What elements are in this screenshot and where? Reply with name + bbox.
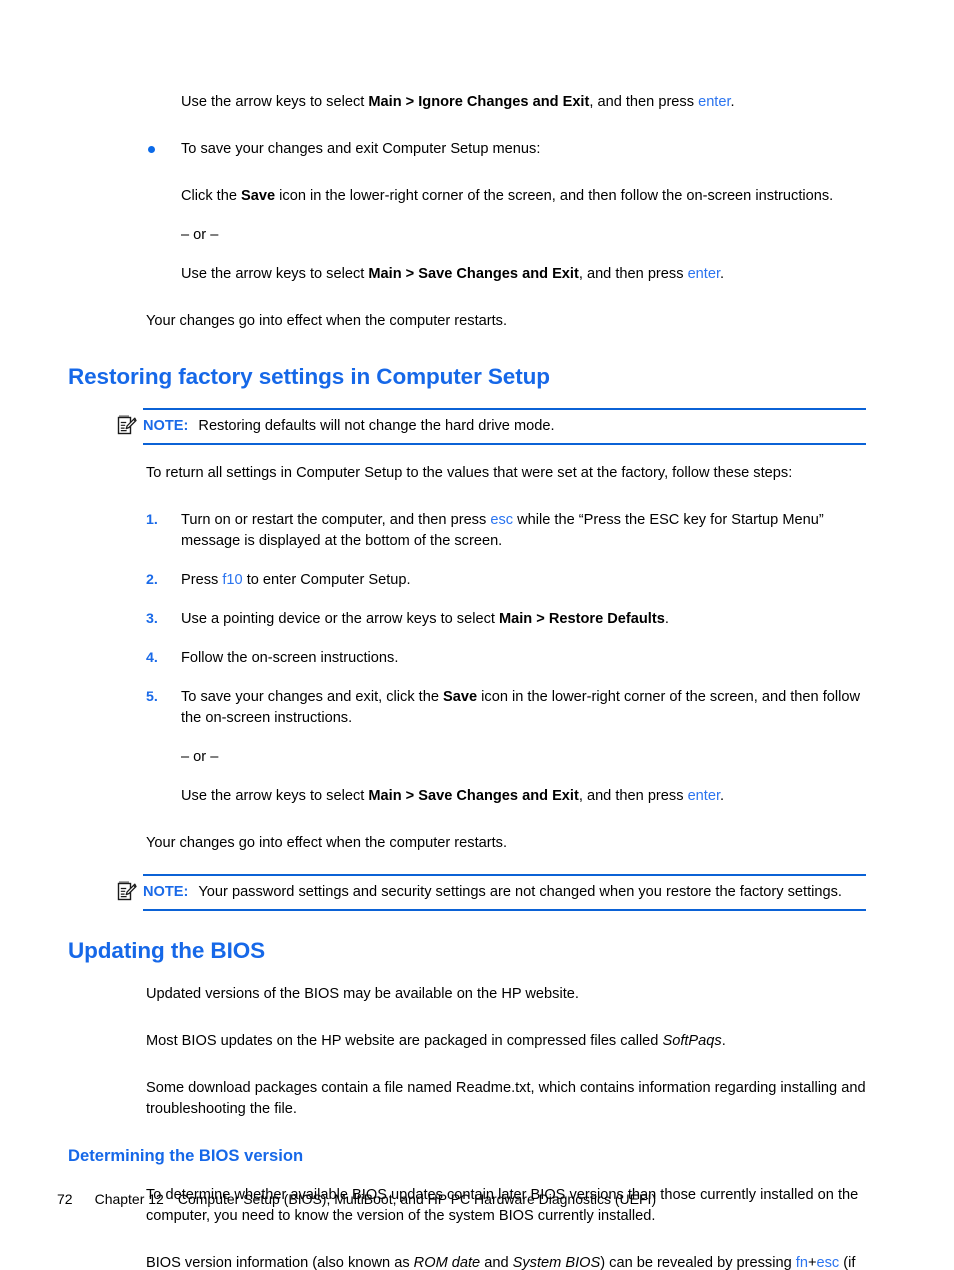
key-link-enter[interactable]: enter [698, 94, 730, 110]
paragraph-ignore-changes: Use the arrow keys to select Main > Igno… [181, 92, 876, 113]
save-icon-label-bold: Save [443, 689, 478, 705]
text-run: Press [181, 572, 223, 588]
step-text: Follow the on-screen instructions. [181, 650, 399, 666]
text-run: , and then press [578, 266, 688, 282]
text-run: . [720, 266, 725, 282]
term-system-bios: System BIOS [512, 1255, 601, 1270]
paragraph-bios-softpaqs: Most BIOS updates on the HP website are … [146, 1031, 876, 1052]
text-run: ) can be revealed by pressing [600, 1255, 796, 1270]
ordered-list-item-2: 2. Press f10 to enter Computer Setup. [146, 570, 876, 591]
page-footer: 72 Chapter 12 Computer Setup (BIOS), Multi… [57, 1190, 656, 1208]
paragraph-save-changes-exit-1: Use the arrow keys to select Main > Save… [181, 264, 876, 285]
text-run: Use a pointing device or the arrow keys … [181, 611, 499, 627]
text-run: and [480, 1255, 513, 1270]
note-text: Your password settings and security sett… [198, 884, 842, 900]
or-divider-2: – or – [181, 749, 219, 765]
paragraph-restore-lead: To return all settings in Computer Setup… [146, 465, 793, 481]
key-link-esc[interactable]: esc [816, 1255, 839, 1270]
list-item-save-exit: To save your changes and exit Computer S… [146, 139, 876, 160]
ordered-list-item-4: 4. Follow the on-screen instructions. [146, 648, 876, 669]
page-heading-updating-the-bios: Updating the BIOS [68, 938, 266, 963]
key-link-f10[interactable]: f10 [222, 572, 242, 588]
text-run: Most BIOS updates on the HP website are … [146, 1033, 663, 1049]
note-pad-icon [117, 880, 137, 902]
text-run: BIOS version information (also known as [146, 1255, 414, 1270]
term-softpaqs: SoftPaqs [662, 1033, 722, 1049]
footer-title: Computer Setup (BIOS), MultiBoot, and HP… [177, 1191, 657, 1207]
menu-path-bold: Main > Ignore Changes and Exit [368, 94, 590, 110]
paragraph-bios-version-info: BIOS version information (also known as … [146, 1253, 876, 1270]
text-run: . [664, 611, 669, 627]
ordered-list-item-1: 1. Turn on or restart the computer, and … [146, 510, 876, 552]
text-run: . [721, 1033, 726, 1049]
list-item-label: To save your changes and exit Computer S… [181, 141, 541, 157]
text-run: icon in the lower-right corner of the sc… [275, 188, 834, 204]
key-link-esc[interactable]: esc [490, 512, 513, 528]
paragraph-restart-note-2: Your changes go into effect when the com… [146, 835, 508, 851]
text-run: Click the [181, 188, 242, 204]
subheading-determining-bios-version: Determining the BIOS version [68, 1146, 304, 1165]
note-label: NOTE: [143, 884, 189, 900]
list-marker: 3. [146, 611, 158, 627]
paragraph-bios-updated-versions: Updated versions of the BIOS may be avai… [146, 986, 579, 1002]
text-run: . [720, 788, 725, 804]
note-box-password-settings: NOTE: Your password settings and security… [117, 874, 866, 911]
paragraph-click-save: Click the Save icon in the lower-right c… [181, 186, 876, 207]
menu-path-bold: Main > Restore Defaults [498, 611, 665, 627]
list-marker: 2. [146, 572, 158, 588]
page-content: Use the arrow keys to select Main > Igno… [0, 0, 954, 1270]
text-run: To save your changes and exit, click the [181, 689, 444, 705]
text-run: Use the arrow keys to select [181, 94, 369, 110]
list-marker: 5. [146, 689, 158, 705]
footer-chapter: Chapter 12 [94, 1191, 164, 1207]
text-run: , and then press [589, 94, 699, 110]
key-link-enter[interactable]: enter [688, 788, 720, 804]
ordered-list-item-3: 3. Use a pointing device or the arrow ke… [146, 609, 876, 630]
list-marker: 1. [146, 512, 158, 528]
footer-page-number: 72 [57, 1191, 73, 1207]
text-run: to enter Computer Setup. [242, 572, 411, 588]
menu-path-bold: Main > Save Changes and Exit [368, 788, 579, 804]
key-link-enter[interactable]: enter [688, 266, 720, 282]
paragraph-save-changes-exit-2: Use the arrow keys to select Main > Save… [181, 786, 876, 807]
text-run: Turn on or restart the computer, and the… [181, 512, 491, 528]
paragraph-bios-readme: Some download packages contain a file na… [146, 1080, 866, 1117]
note-body: NOTE: Your password settings and security… [143, 882, 866, 903]
key-link-fn[interactable]: fn [796, 1255, 808, 1270]
note-pad-icon [117, 414, 137, 436]
term-rom-date: ROM date [413, 1255, 481, 1270]
step-text: Turn on or restart the computer, and the… [181, 512, 824, 549]
menu-path-bold: Main > Save Changes and Exit [368, 266, 579, 282]
save-icon-label-bold: Save [241, 188, 276, 204]
note-body: NOTE: Restoring defaults will not change … [143, 416, 866, 437]
paragraph-restart-note-1: Your changes go into effect when the com… [146, 313, 508, 329]
list-marker: 4. [146, 650, 158, 666]
ordered-list-item-5: 5. To save your changes and exit, click … [146, 687, 876, 729]
note-label: NOTE: [143, 418, 189, 434]
note-box-restoring-defaults: NOTE: Restoring defaults will not change … [117, 408, 866, 445]
page-heading-restoring-factory-settings: Restoring factory settings in Computer S… [68, 364, 550, 389]
text-run: , and then press [578, 788, 688, 804]
step-text: To save your changes and exit, click the… [181, 689, 860, 726]
note-text: Restoring defaults will not change the h… [198, 418, 555, 434]
step-text: Press f10 to enter Computer Setup. [181, 572, 411, 588]
text-run: . [730, 94, 735, 110]
document-page: Use the arrow keys to select Main > Igno… [0, 0, 954, 1270]
text-run: Use the arrow keys to select [181, 788, 369, 804]
bullet-dot-icon [148, 146, 155, 153]
or-divider-1: – or – [181, 227, 219, 243]
text-run: Use the arrow keys to select [181, 266, 369, 282]
step-text: Use a pointing device or the arrow keys … [181, 611, 669, 627]
